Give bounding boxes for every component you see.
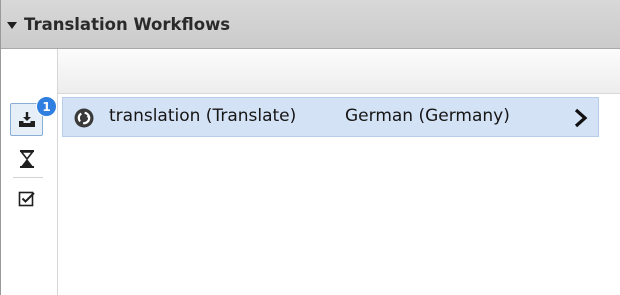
chevron-right-icon[interactable] xyxy=(574,108,588,128)
list-header-bar xyxy=(58,49,620,94)
workflow-sync-icon xyxy=(74,108,94,128)
panel-header[interactable]: Translation Workflows xyxy=(1,0,620,49)
collapse-caret-icon[interactable] xyxy=(7,21,17,29)
inbox-download-icon xyxy=(18,111,35,127)
workflow-task-label: translation (Translate) xyxy=(109,106,297,126)
hourglass-icon xyxy=(19,149,34,168)
panel-title: Translation Workflows xyxy=(24,14,231,34)
rail-divider xyxy=(13,177,43,178)
completed-filter-button[interactable] xyxy=(10,182,43,215)
workflow-language-label: German (Germany) xyxy=(345,106,510,126)
checkbox-checked-icon xyxy=(18,191,35,206)
translation-workflows-panel: Translation Workflows 1 translation (Tra… xyxy=(0,0,620,295)
pending-filter-button[interactable] xyxy=(10,142,43,175)
workflow-row[interactable]: translation (Translate) German (Germany) xyxy=(62,97,599,137)
inbox-count-badge: 1 xyxy=(36,96,57,117)
